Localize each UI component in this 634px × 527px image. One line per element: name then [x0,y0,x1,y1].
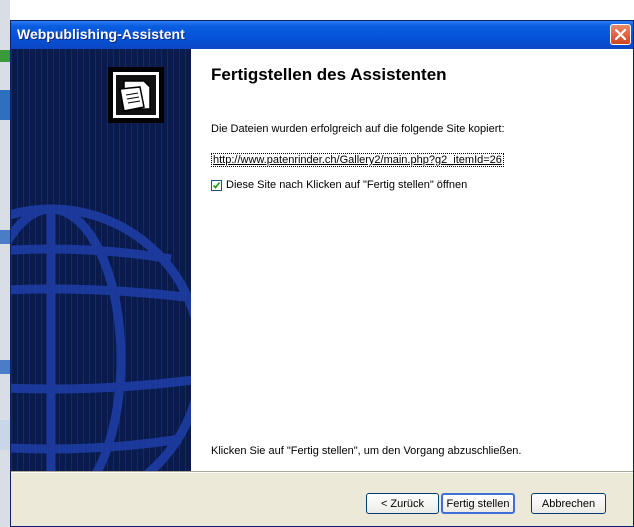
wizard-window: Webpublishing-Assistent Fertigstellen de… [10,20,634,527]
globe-icon [11,49,191,471]
desktop-icon-fragment [0,90,10,120]
finish-button[interactable]: Fertig stellen [441,493,515,514]
page-title: Fertigstellen des Assistenten [211,65,447,84]
open-site-option[interactable]: Diese Site nach Klicken auf "Fertig stel… [211,179,467,191]
cancel-button[interactable]: Abbrechen [531,493,606,514]
desktop-background [0,0,10,527]
title-bar[interactable]: Webpublishing-Assistent [11,21,633,49]
finish-hint: Klicken Sie auf "Fertig stellen", um den… [211,445,522,457]
desktop-icon-fragment [0,420,10,450]
wizard-content: Fertigstellen des Assistenten Die Dateie… [191,49,633,471]
back-button[interactable]: < Zurück [366,493,439,514]
divider [11,471,633,473]
desktop-icon-fragment [0,360,10,374]
checkmark-icon [212,181,221,189]
site-link[interactable]: http://www.patenrinder.ch/Gallery2/main.… [211,153,504,167]
desktop-icon-fragment [0,50,10,62]
open-site-checkbox[interactable] [211,179,222,191]
desktop-icon-fragment [0,230,10,244]
window-title: Webpublishing-Assistent [17,26,185,42]
close-icon [614,28,627,41]
open-site-checkbox-label: Diese Site nach Klicken auf "Fertig stel… [226,179,468,191]
info-text: Die Dateien wurden erfolgreich auf die f… [211,123,505,135]
wizard-side-panel [11,49,191,471]
close-button[interactable] [610,24,631,45]
wizard-icon [108,67,164,123]
